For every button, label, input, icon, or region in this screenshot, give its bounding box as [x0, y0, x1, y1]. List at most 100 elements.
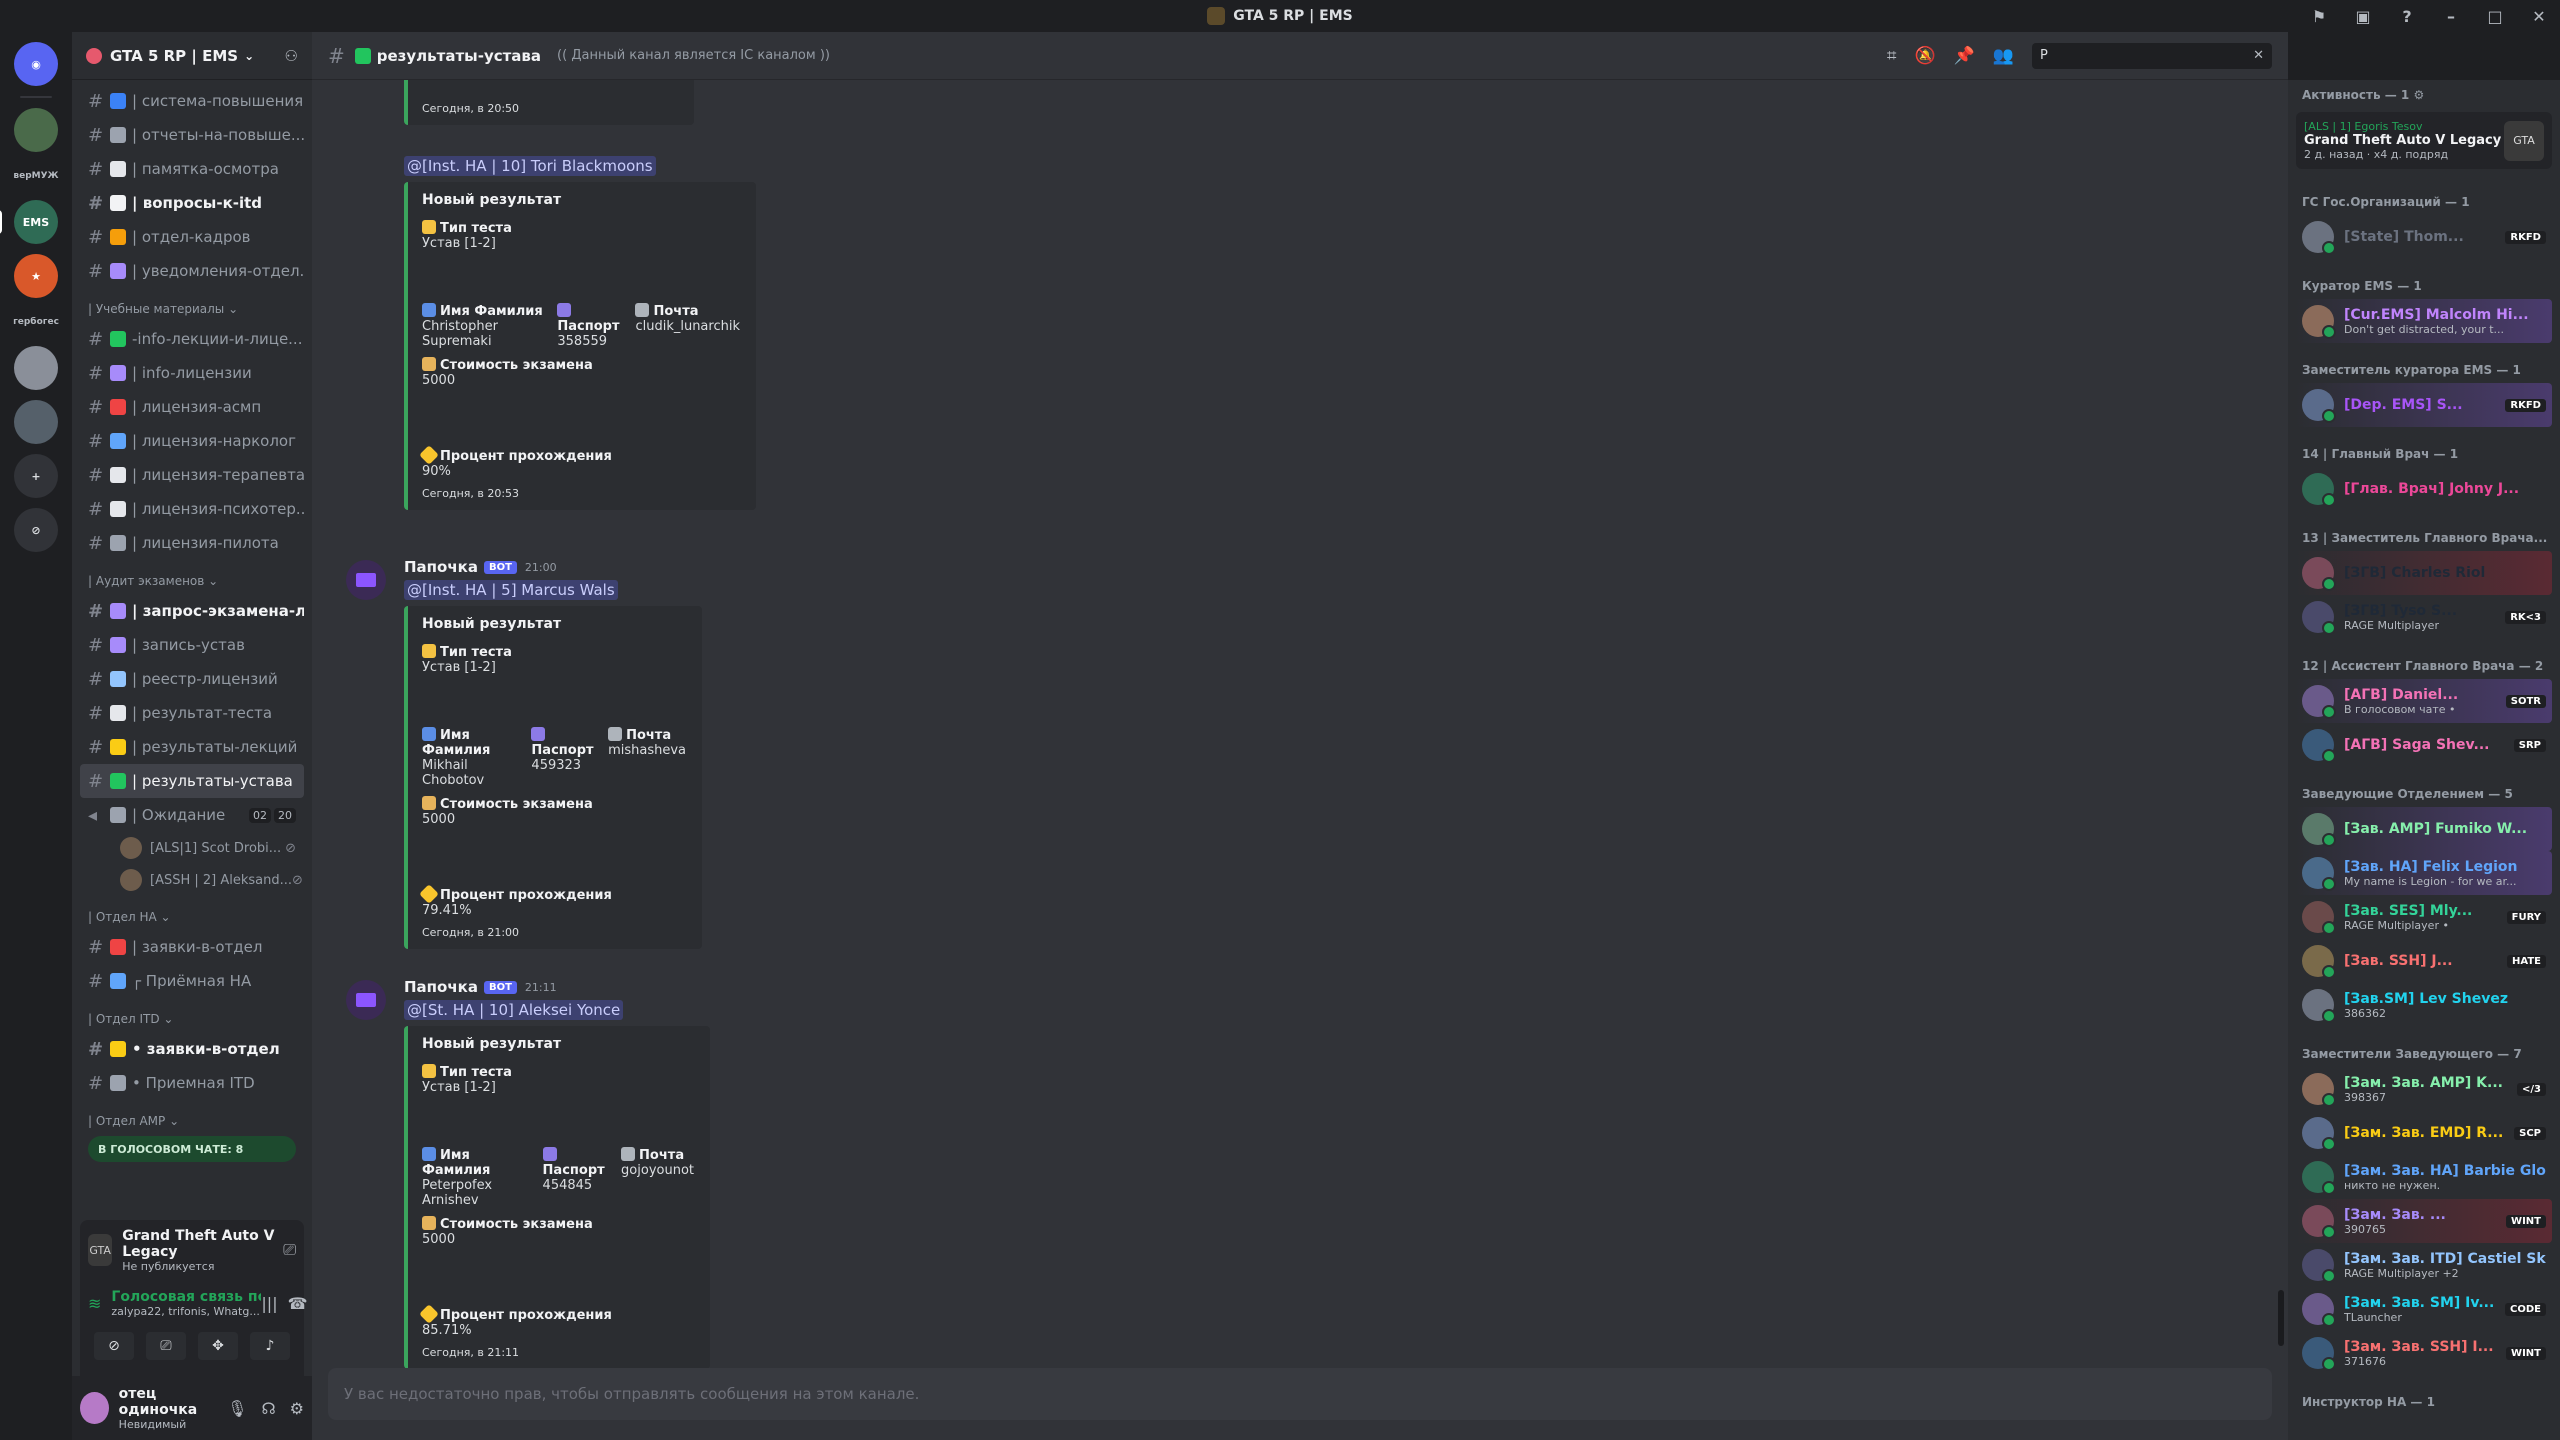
channel-item[interactable]: # | заявки-в-отдел	[80, 930, 304, 964]
member-item[interactable]: [Зам. Зав. EMD] R... SCP	[2296, 1111, 2552, 1155]
server-item[interactable]: ★	[14, 254, 58, 298]
close-button[interactable]: ✕	[2528, 7, 2550, 26]
noise-icon[interactable]: |||	[261, 1294, 277, 1313]
signal-icon[interactable]: ≋	[88, 1294, 101, 1313]
guild-header[interactable]: GTA 5 RP | EMS ⌄ ⚇	[72, 32, 312, 80]
member-item[interactable]: [Зав. HA] Felix Legion My name is Legion …	[2296, 851, 2552, 895]
channel-item[interactable]: # | уведомления-отдел...	[80, 254, 304, 288]
home-icon[interactable]: ◉	[14, 42, 58, 86]
channel-item[interactable]: # | памятка-осмотра	[80, 152, 304, 186]
inbox-icon[interactable]: ⚑	[2308, 7, 2330, 26]
server-item[interactable]	[14, 400, 58, 444]
channel-item[interactable]: # | лицензия-пилота	[80, 526, 304, 560]
microphone-icon[interactable]: 🎙	[227, 1399, 247, 1418]
voice-user[interactable]: [ASSH | 2] Aleksand... ⊘	[80, 864, 304, 896]
stream-icon[interactable]: ⎚	[283, 1240, 296, 1260]
server-item[interactable]	[14, 108, 58, 152]
server-item-ems[interactable]: EMS	[0, 200, 58, 244]
category-edu[interactable]: | Учебные материалы ⌄	[80, 288, 304, 322]
threads-icon[interactable]: ⌗	[1887, 46, 1897, 66]
gear-icon[interactable]: ⚙	[2413, 88, 2424, 102]
channel-item[interactable]: # | отчеты-на-повыше...	[80, 118, 304, 152]
category-itd[interactable]: | Отдел ITD ⌄	[80, 998, 304, 1032]
chat-scrollbar[interactable]	[2278, 1290, 2284, 1346]
member-item[interactable]: [Зам. Зав. HA] Barbie Glo... никто не нуж…	[2296, 1155, 2552, 1199]
member-item[interactable]: [Зав. SSH] J... HATE	[2296, 939, 2552, 983]
member-item[interactable]: [Зам. Зав. ... 390765 WINT	[2296, 1199, 2552, 1243]
channel-item[interactable]: # | отдел-кадров	[80, 220, 304, 254]
voice-user[interactable]: [ALS|1] Scot Drobi... ⊘	[80, 832, 304, 864]
activity-panel[interactable]: GTA Grand Theft Auto V Legacy Не публику…	[80, 1220, 304, 1280]
channel-item[interactable]: # | результаты-лекций	[80, 730, 304, 764]
channel-topic[interactable]: (( Данный канал является IC каналом ))	[557, 48, 830, 63]
clear-search-icon[interactable]: ✕	[2253, 48, 2264, 63]
pin-icon[interactable]: 📌	[1954, 46, 1975, 66]
notification-icon[interactable]: 🔕	[1914, 46, 1935, 66]
invite-icon[interactable]: ⚇	[285, 47, 298, 65]
avatar[interactable]	[346, 560, 386, 600]
channel-item[interactable]: # | лицензия-асмп	[80, 390, 304, 424]
channel-item[interactable]: # | вопросы-к-itd	[80, 186, 304, 220]
member-item[interactable]: [State] Thom... RKFD	[2296, 215, 2552, 259]
channel-item[interactable]: # | info-лицензии	[80, 356, 304, 390]
member-item[interactable]: [Cur.EMS] Malcolm Hi... Don't get distrac…	[2296, 299, 2552, 343]
voice-channel-waiting[interactable]: ◂ | Ожидание 02 20	[80, 798, 304, 832]
maximize-button[interactable]: □	[2484, 7, 2506, 26]
soundboard-icon[interactable]: ♪	[250, 1332, 290, 1360]
activity-card[interactable]: [ALS | 1] Egoris Tesov Grand Theft Auto …	[2296, 112, 2552, 169]
member-item[interactable]: [Зав. SES] Mly... RAGE Multiplayer • FURY	[2296, 895, 2552, 939]
member-item[interactable]: [Глав. Врач] Johny J...	[2296, 467, 2552, 511]
channel-item[interactable]: # • Приемная ITD	[80, 1066, 304, 1100]
category-amp[interactable]: | Отдел AMP ⌄	[80, 1100, 304, 1134]
headphones-icon[interactable]: ☊	[261, 1399, 275, 1418]
channel-item[interactable]: # | запись-устав	[80, 628, 304, 662]
member-item[interactable]: [Зам. Зав. ITD] Castiel Sk... RAGE Multip…	[2296, 1243, 2552, 1287]
member-item[interactable]: [ЗГВ] Tyso S... RAGE Multiplayer RK<3	[2296, 595, 2552, 639]
channel-item[interactable]: # | лицензия-терапевта	[80, 458, 304, 492]
category-ha[interactable]: | Отдел HA ⌄	[80, 896, 304, 930]
settings-icon[interactable]: ⚙	[290, 1399, 304, 1418]
help-icon[interactable]: ?	[2396, 7, 2418, 26]
channel-item[interactable]: # | результат-теста	[80, 696, 304, 730]
voice-chat-banner[interactable]: В ГОЛОСОВОМ ЧАТЕ: 8	[88, 1136, 296, 1162]
category-audit[interactable]: | Аудит экзаменов ⌄	[80, 560, 304, 594]
avatar[interactable]	[346, 980, 386, 1020]
add-server-icon[interactable]: +	[14, 454, 58, 498]
minimize-button[interactable]: –	[2440, 7, 2462, 26]
user-mention[interactable]: @[Inst. HA | 10] Tori Blackmoons	[404, 156, 656, 176]
member-item[interactable]: [Зам. Зав. SSH] I... 371676 WINT	[2296, 1331, 2552, 1375]
channel-item[interactable]: # | запрос-экзамена-л...	[80, 594, 304, 628]
server-item-label[interactable]: гербогес	[6, 308, 66, 336]
member-list-icon[interactable]: 👥	[1993, 46, 2014, 66]
search-input[interactable]: P ✕	[2032, 42, 2272, 69]
channel-item[interactable]: # ┌ Приёмная HA	[80, 964, 304, 998]
member-item[interactable]: [Зав.SM] Lev Shevez 386362	[2296, 983, 2552, 1027]
server-item[interactable]	[14, 346, 58, 390]
discover-icon[interactable]: ⊘	[14, 508, 58, 552]
screen-icon[interactable]: ▣	[2352, 7, 2374, 26]
member-item[interactable]: [Зав. AMP] Fumiko W...	[2296, 807, 2552, 851]
server-item-label[interactable]: верМУЖ	[6, 162, 66, 190]
screen-share-icon[interactable]: ⎚	[146, 1332, 186, 1360]
member-item[interactable]: [Зам. Зав. AMP] K... 398367 </3	[2296, 1067, 2552, 1111]
avatar[interactable]	[80, 1392, 109, 1424]
channel-item[interactable]: # • заявки-в-отдел	[80, 1032, 304, 1066]
channel-item[interactable]: # | результаты-устава	[80, 764, 304, 798]
member-item[interactable]: [Зам. Зав. SM] Iv... TLauncher CODE	[2296, 1287, 2552, 1331]
channel-item[interactable]: # | лицензия-нарколог	[80, 424, 304, 458]
disconnect-icon[interactable]: ☎	[288, 1294, 308, 1313]
user-mention[interactable]: @[St. HA | 10] Aleksei Yonce	[404, 1000, 624, 1020]
member-item[interactable]: [АГВ] Saga Shev... SRP	[2296, 723, 2552, 767]
message-composer[interactable]: У вас недостаточно прав, чтобы отправлят…	[328, 1368, 2272, 1420]
channel-item[interactable]: # | реестр-лицензий	[80, 662, 304, 696]
user-mention[interactable]: @[Inst. HA | 5] Marcus Wals	[404, 580, 618, 600]
channel-item[interactable]: # | лицензия-психотер...	[80, 492, 304, 526]
channel-item[interactable]: # -info-лекции-и-лице...	[80, 322, 304, 356]
camera-off-icon[interactable]: ⊘	[94, 1332, 134, 1360]
member-item[interactable]: [ЗГВ] Charles Riol	[2296, 551, 2552, 595]
member-item[interactable]: [Dep. EMS] S... RKFD	[2296, 383, 2552, 427]
channel-item[interactable]: # | система-повышения	[80, 84, 304, 118]
member-item[interactable]: [АГВ] Daniel... В голосовом чате • SOTR	[2296, 679, 2552, 723]
activities-icon[interactable]: ✥	[198, 1332, 238, 1360]
author-name[interactable]: Папочка	[404, 558, 478, 576]
